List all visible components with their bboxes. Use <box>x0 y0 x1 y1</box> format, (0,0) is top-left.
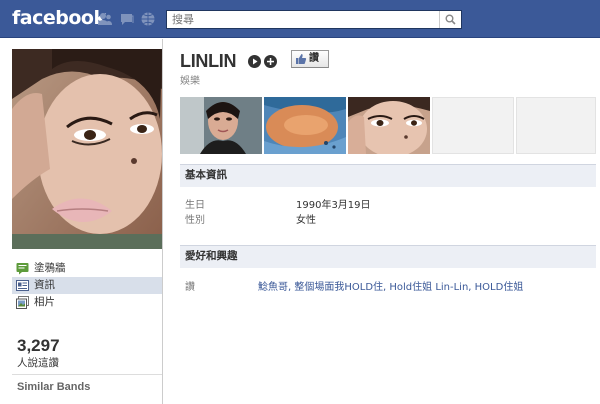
search-button[interactable] <box>439 11 461 28</box>
play-button[interactable] <box>248 55 261 68</box>
like-button-label: 讚 <box>309 53 319 64</box>
messages-icon[interactable] <box>119 11 135 27</box>
facebook-logo[interactable]: facebook <box>12 7 106 29</box>
search-box <box>166 10 462 29</box>
left-column: 塗鴉牆 資訊 相片 3,297 人說這讚 Similar Bands <box>0 39 163 404</box>
interests-heading: 愛好和興趣 <box>180 245 596 268</box>
left-nav: 塗鴉牆 資訊 相片 <box>12 260 162 311</box>
info-icon <box>16 280 29 291</box>
page-title: LINLIN <box>180 51 237 71</box>
photos-icon <box>16 296 29 309</box>
nav-item-photos[interactable]: 相片 <box>12 294 162 311</box>
birthday-value: 1990年3月19日 <box>296 200 371 211</box>
top-bar: facebook <box>0 0 600 38</box>
search-icon <box>445 14 456 25</box>
play-icon <box>253 58 258 65</box>
nav-label: 資訊 <box>34 279 55 291</box>
profile-picture[interactable] <box>12 49 162 249</box>
likes-row-label: 讚 <box>185 282 195 293</box>
basic-info-heading: 基本資訊 <box>180 164 596 187</box>
thumbs-up-icon <box>296 54 307 64</box>
photo-thumb[interactable] <box>264 97 346 154</box>
gender-label: 性別 <box>185 215 205 226</box>
nav-label: 相片 <box>34 296 55 308</box>
plus-icon <box>267 58 274 65</box>
like-button[interactable]: 讚 <box>291 50 329 68</box>
wall-icon <box>16 263 29 275</box>
photo-placeholder <box>432 97 514 154</box>
gender-value: 女性 <box>296 215 316 226</box>
page-category: 娛樂 <box>180 76 200 87</box>
photo-placeholder <box>516 97 596 154</box>
divider <box>12 374 162 375</box>
nav-label: 塗鴉牆 <box>34 262 66 274</box>
liked-pages-links[interactable]: 鯰魚哥, 整個場面我HOLD住, Hold住姐 Lin-Lin, HOLD住姐 <box>258 278 523 293</box>
similar-bands-heading: Similar Bands <box>17 381 91 393</box>
nav-item-info[interactable]: 資訊 <box>12 277 162 294</box>
photo-thumb[interactable] <box>348 97 430 154</box>
search-input[interactable] <box>167 11 437 28</box>
friend-requests-icon[interactable] <box>97 11 113 27</box>
likes-count[interactable]: 3,297 <box>17 336 60 356</box>
likes-label: 人說這讚 <box>17 357 59 369</box>
add-button[interactable] <box>264 55 277 68</box>
notifications-icon[interactable] <box>140 11 156 27</box>
birthday-label: 生日 <box>185 200 205 211</box>
nav-item-wall[interactable]: 塗鴉牆 <box>12 260 162 277</box>
photo-thumb[interactable] <box>180 97 262 154</box>
